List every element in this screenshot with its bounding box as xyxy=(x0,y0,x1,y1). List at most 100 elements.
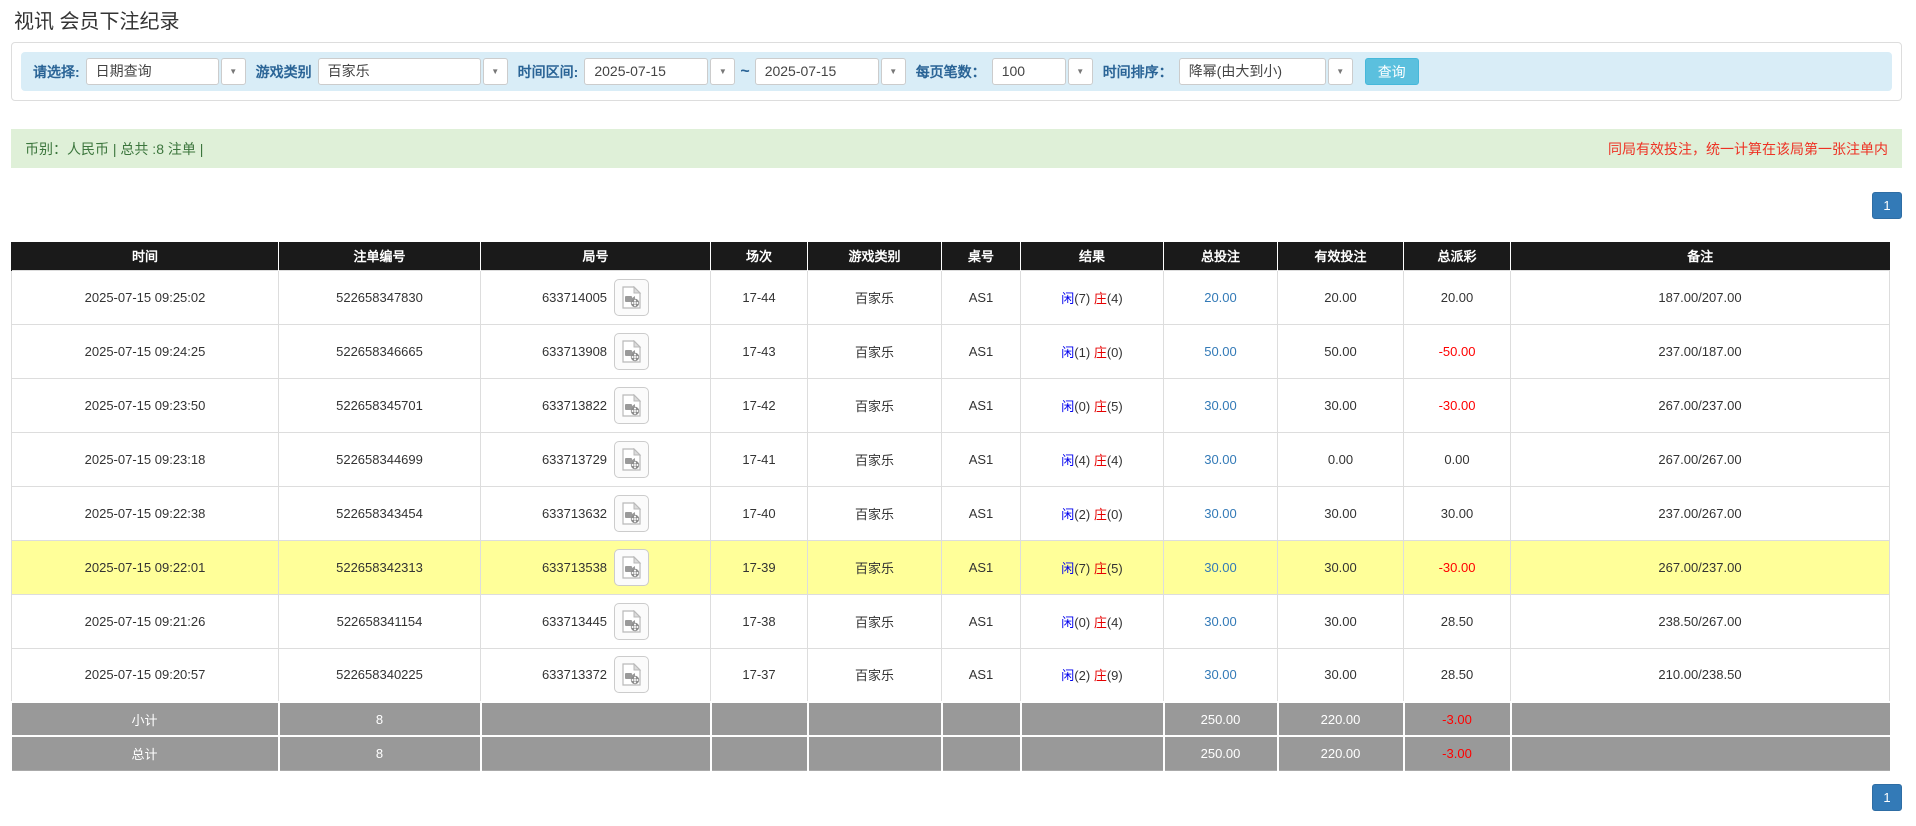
table-header-row: 时间 注单编号 局号 场次 游戏类别 桌号 结果 总投注 有效投注 总派彩 备注 xyxy=(11,242,1890,270)
per-page-dropdown[interactable]: 100 ▼ xyxy=(991,58,1093,85)
cell-result: 闲(0) 庄(5) xyxy=(1020,377,1164,433)
cell-payout: 28.50 xyxy=(1403,593,1511,649)
round-number: 633714005 xyxy=(541,289,608,305)
cell-valid-bet: 30.00 xyxy=(1277,647,1404,703)
video-file-icon[interactable] xyxy=(614,656,650,694)
per-page-label: 每页笔数： xyxy=(915,63,986,80)
result-player-score: (0) xyxy=(1074,398,1091,414)
result-player-score: (7) xyxy=(1074,560,1091,576)
table-footer: 小计 8 250.00 220.00 -3.00 总计 8 250.00 220.00 -3.00 xyxy=(11,701,1890,771)
round-number: 633713538 xyxy=(541,559,608,575)
cell-remark: 238.50/267.00 xyxy=(1510,593,1890,649)
select-type-dropdown[interactable]: 日期查询 ▼ xyxy=(85,58,246,85)
video-file-icon[interactable] xyxy=(614,602,650,640)
summary-valid-bet: 220.00 xyxy=(1276,701,1404,737)
result-player-label: 闲 xyxy=(1061,506,1075,522)
cell-table: AS1 xyxy=(941,485,1021,541)
video-file-icon[interactable] xyxy=(614,440,650,478)
cell-round-id: 633713445 xyxy=(480,593,711,649)
chevron-down-icon[interactable]: ▼ xyxy=(482,58,508,85)
total-bet-link[interactable]: 30.00 xyxy=(1204,667,1237,682)
table-row: 2025-07-15 09:20:57 522658340225 633713372… xyxy=(11,647,1890,703)
per-page-value[interactable]: 100 xyxy=(991,58,1066,85)
table-row: 2025-07-15 09:23:50 522658345701 633713822… xyxy=(11,377,1890,433)
cell-game: 百家乐 xyxy=(807,647,942,703)
result-banker-score: (0) xyxy=(1106,344,1123,360)
game-type-value[interactable]: 百家乐 xyxy=(317,58,481,85)
cell-table: AS1 xyxy=(941,431,1021,487)
table-row: 2025-07-15 09:22:38 522658343454 633713632… xyxy=(11,485,1890,541)
cell-time: 2025-07-15 09:22:01 xyxy=(11,539,279,595)
cell-session: 17-44 xyxy=(710,269,808,325)
filter-panel: 请选择: 日期查询 ▼ 游戏类别 百家乐 ▼ 时间区间: 2025-07-15 … xyxy=(11,42,1902,101)
cell-time: 2025-07-15 09:21:26 xyxy=(11,593,279,649)
total-bet-link[interactable]: 30.00 xyxy=(1204,398,1237,413)
cell-time: 2025-07-15 09:22:38 xyxy=(11,485,279,541)
chevron-down-icon[interactable]: ▼ xyxy=(710,58,736,85)
video-file-icon[interactable] xyxy=(614,278,650,316)
cell-remark: 210.00/238.50 xyxy=(1510,647,1890,703)
select-type-value[interactable]: 日期查询 xyxy=(85,58,219,85)
time-sort-value[interactable]: 降幂(由大到小) xyxy=(1178,58,1326,85)
game-type-dropdown[interactable]: 百家乐 ▼ xyxy=(317,58,508,85)
cell-session: 17-43 xyxy=(710,323,808,379)
page-container: 视讯 会员下注纪录 请选择: 日期查询 ▼ 游戏类别 百家乐 ▼ 时间区间: 2… xyxy=(11,0,1902,811)
cell-round-id: 633713632 xyxy=(480,485,711,541)
page-1-button[interactable]: 1 xyxy=(1872,783,1902,811)
result-banker-score: (5) xyxy=(1106,398,1123,414)
date-from-value[interactable]: 2025-07-15 xyxy=(584,58,709,85)
cell-bet-id: 522658341154 xyxy=(278,593,481,649)
round-number: 633713632 xyxy=(541,505,608,521)
result-banker-label: 庄 xyxy=(1093,398,1107,414)
video-file-icon[interactable] xyxy=(614,548,650,586)
total-bet-link[interactable]: 30.00 xyxy=(1204,560,1237,575)
date-from-picker[interactable]: 2025-07-15 ▼ xyxy=(584,58,736,85)
table-row: 2025-07-15 09:23:18 522658344699 633713729… xyxy=(11,431,1890,487)
date-to-picker[interactable]: 2025-07-15 ▼ xyxy=(754,58,906,85)
pagination-top: 1 xyxy=(11,192,1902,219)
video-file-icon[interactable] xyxy=(614,494,650,532)
table-body: 2025-07-15 09:25:02 522658347830 633714005… xyxy=(11,269,1890,703)
cell-remark: 267.00/267.00 xyxy=(1510,431,1890,487)
cell-round-id: 633713729 xyxy=(480,431,711,487)
chevron-down-icon[interactable]: ▼ xyxy=(880,58,906,85)
cell-result: 闲(1) 庄(0) xyxy=(1020,323,1164,379)
round-number: 633713372 xyxy=(541,667,608,683)
total-bet-link[interactable]: 30.00 xyxy=(1204,452,1237,467)
date-to-value[interactable]: 2025-07-15 xyxy=(754,58,879,85)
cell-total-bet: 30.00 xyxy=(1163,431,1278,487)
result-player-label: 闲 xyxy=(1061,668,1075,684)
cell-time: 2025-07-15 09:23:18 xyxy=(11,431,279,487)
cell-remark: 237.00/187.00 xyxy=(1510,323,1890,379)
chevron-down-icon[interactable]: ▼ xyxy=(1327,58,1353,85)
result-banker-score: (4) xyxy=(1106,614,1123,630)
video-file-icon[interactable] xyxy=(614,386,650,424)
time-range-label: 时间区间: xyxy=(517,63,579,80)
total-bet-link[interactable]: 50.00 xyxy=(1204,344,1237,359)
round-number: 633713908 xyxy=(541,343,608,359)
total-bet-link[interactable]: 30.00 xyxy=(1204,614,1237,629)
cell-table: AS1 xyxy=(941,323,1021,379)
cell-bet-id: 522658343454 xyxy=(278,485,481,541)
column-header: 结果 xyxy=(1020,242,1164,270)
chevron-down-icon[interactable]: ▼ xyxy=(220,58,246,85)
cell-result: 闲(2) 庄(9) xyxy=(1020,647,1164,703)
cell-table: AS1 xyxy=(941,377,1021,433)
summary-count: 8 xyxy=(277,701,481,737)
total-bet-link[interactable]: 30.00 xyxy=(1204,506,1237,521)
result-banker-label: 庄 xyxy=(1093,344,1107,360)
cell-remark: 267.00/237.00 xyxy=(1510,539,1890,595)
cell-valid-bet: 50.00 xyxy=(1277,323,1404,379)
cell-total-bet: 30.00 xyxy=(1163,377,1278,433)
cell-game: 百家乐 xyxy=(807,269,942,325)
cell-result: 闲(2) 庄(0) xyxy=(1020,485,1164,541)
result-banker-score: (9) xyxy=(1106,668,1123,684)
page-1-button[interactable]: 1 xyxy=(1872,192,1902,219)
time-sort-dropdown[interactable]: 降幂(由大到小) ▼ xyxy=(1178,58,1353,85)
search-button[interactable]: 查询 xyxy=(1364,58,1419,85)
result-banker-label: 庄 xyxy=(1093,614,1107,630)
summary-row: 总计 8 250.00 220.00 -3.00 xyxy=(11,735,1890,771)
total-bet-link[interactable]: 20.00 xyxy=(1204,290,1237,305)
video-file-icon[interactable] xyxy=(614,332,650,370)
chevron-down-icon[interactable]: ▼ xyxy=(1067,58,1093,85)
